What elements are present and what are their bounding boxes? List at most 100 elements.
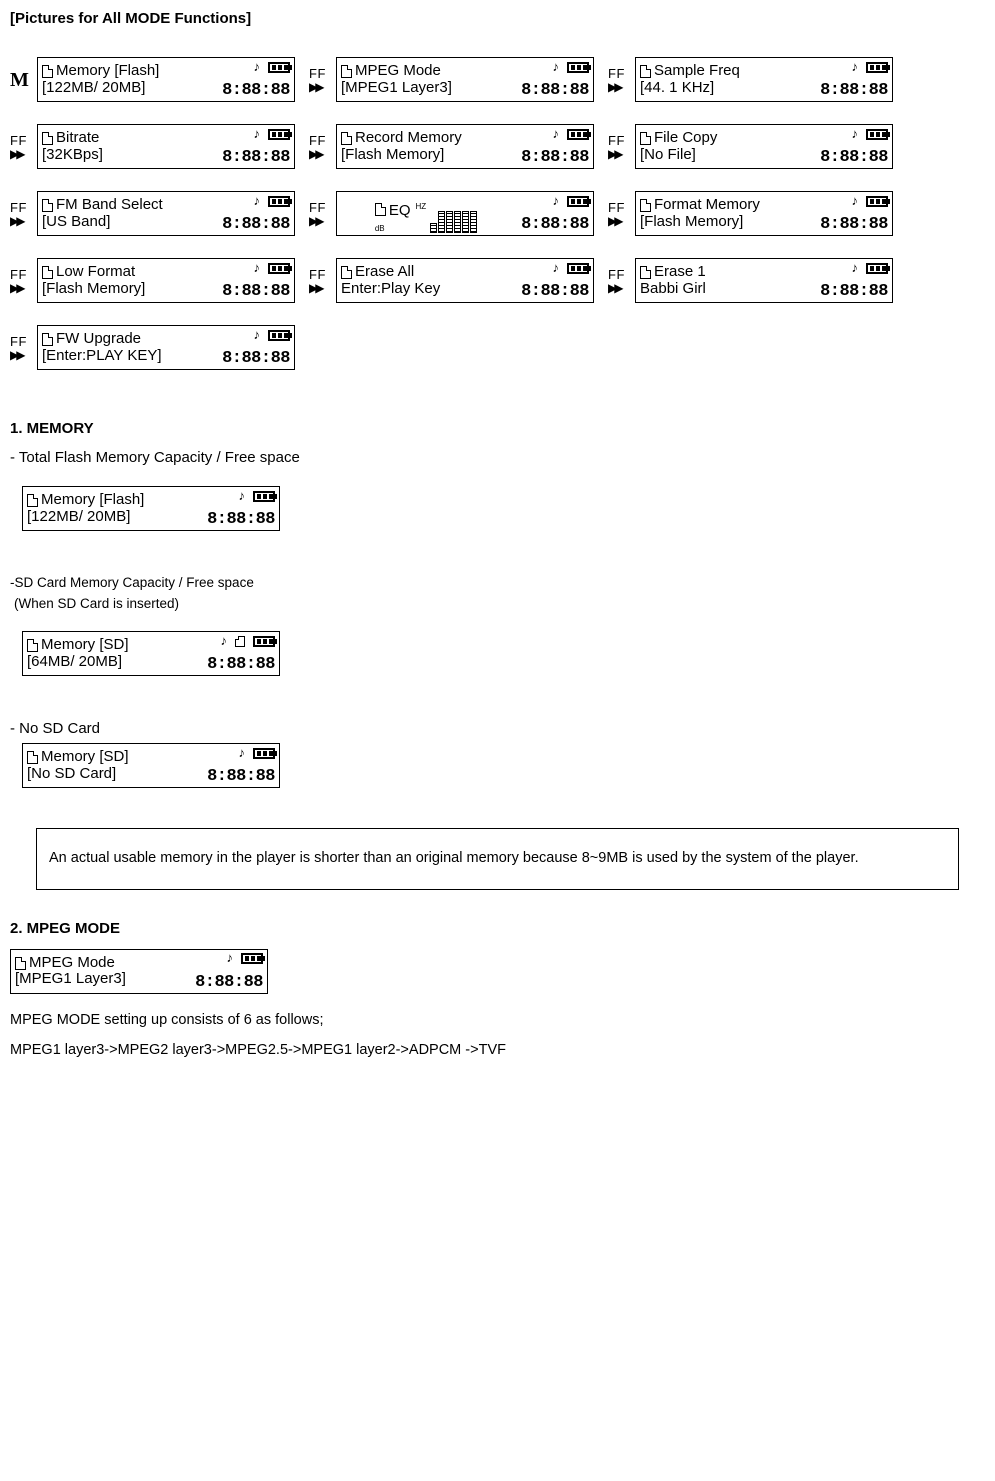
doc-icon <box>640 199 651 212</box>
music-note-icon: ♪ <box>852 194 859 207</box>
lcd-line1: Memory [SD] <box>41 749 129 766</box>
music-note-icon: ♪ <box>553 60 560 73</box>
doc-icon <box>341 65 352 78</box>
mode-cell: FF ▶▶ EQHZ dB ♪ 8:88:88 <box>309 191 594 236</box>
lcd-memory-flash: Memory [Flash] [122MB/ 20MB] ♪ 8:88:88 <box>22 486 280 531</box>
ff-label: FF <box>608 201 625 214</box>
lcd-line1: Record Memory <box>355 130 462 147</box>
doc-icon <box>640 266 651 279</box>
lcd-screen: MPEG Mode [MPEG1 Layer3] ♪ 8:88:88 <box>336 57 594 102</box>
music-note-icon: ♪ <box>852 261 859 274</box>
battery-icon <box>241 953 263 964</box>
battery-icon <box>268 263 290 274</box>
ff-arrows-icon: ▶▶ <box>309 282 321 294</box>
sd-card-icon <box>235 636 245 647</box>
music-note-icon: ♪ <box>239 489 246 502</box>
page-title: [Pictures for All MODE Functions] <box>10 10 985 27</box>
battery-icon <box>866 129 888 140</box>
battery-icon <box>268 62 290 73</box>
lcd-line1: Erase All <box>355 264 414 281</box>
battery-icon <box>268 196 290 207</box>
ff-arrows-icon: ▶▶ <box>10 148 22 160</box>
lcd-screen: Low Format [Flash Memory] ♪ 8:88:88 <box>37 258 295 303</box>
mode-cell: M Memory [Flash] [122MB/ 20MB] ♪ 8:88:88 <box>10 57 295 102</box>
lcd-line2: [Flash Memory] <box>341 147 511 164</box>
lcd-screen: FW Upgrade [Enter:PLAY KEY] ♪ 8:88:88 <box>37 325 295 370</box>
lcd-line1: EQ <box>389 203 411 220</box>
battery-icon <box>866 196 888 207</box>
mode-cell: FF ▶▶ Format Memory [Flash Memory] ♪ 8:8… <box>608 191 893 236</box>
mode-cell: FF ▶▶ Low Format [Flash Memory] ♪ 8:88:8… <box>10 258 295 303</box>
prefix: FF ▶▶ <box>10 134 34 160</box>
lcd-line2: [32KBps] <box>42 147 212 164</box>
mode-screens-grid: M Memory [Flash] [122MB/ 20MB] ♪ 8:88:88… <box>10 57 985 370</box>
battery-icon <box>567 62 589 73</box>
lcd-line2: Enter:Play Key <box>341 281 511 298</box>
time-digits: 8:88:88 <box>207 656 275 673</box>
time-digits: 8:88:88 <box>521 283 589 300</box>
mode-cell: FF ▶▶ Bitrate [32KBps] ♪ 8:88:88 <box>10 124 295 169</box>
doc-icon <box>341 132 352 145</box>
time-digits: 8:88:88 <box>222 82 290 99</box>
lcd-line2: [Flash Memory] <box>640 214 810 231</box>
lcd-line1: Memory [SD] <box>41 637 129 654</box>
lcd-line2: [MPEG1 Layer3] <box>15 971 185 988</box>
ff-arrows-icon: ▶▶ <box>309 81 321 93</box>
section-2-heading: 2. MPEG MODE <box>10 920 985 937</box>
music-note-icon: ♪ <box>852 127 859 140</box>
prefix: FF ▶▶ <box>608 268 632 294</box>
ff-arrows-icon: ▶▶ <box>309 215 321 227</box>
doc-icon <box>42 65 53 78</box>
time-digits: 8:88:88 <box>222 216 290 233</box>
ff-label: FF <box>608 134 625 147</box>
mode-cell: FF ▶▶ MPEG Mode [MPEG1 Layer3] ♪ 8:88:88 <box>309 57 594 102</box>
ff-arrows-icon: ▶▶ <box>10 282 22 294</box>
lcd-screen-eq: EQHZ dB ♪ 8:88:88 <box>336 191 594 236</box>
mode-cell: FF ▶▶ Erase All Enter:Play Key ♪ 8:88:88 <box>309 258 594 303</box>
mode-cell: FF ▶▶ Erase 1 Babbi Girl ♪ 8:88:88 <box>608 258 893 303</box>
lcd-line1: MPEG Mode <box>355 63 441 80</box>
doc-icon <box>27 639 38 652</box>
time-digits: 8:88:88 <box>521 216 589 233</box>
music-note-icon: ♪ <box>254 127 261 140</box>
lcd-line1: Memory [Flash] <box>41 492 144 509</box>
doc-icon <box>341 266 352 279</box>
lcd-line2: [US Band] <box>42 214 212 231</box>
doc-icon <box>42 199 53 212</box>
mode-letter: M <box>10 70 29 90</box>
time-digits: 8:88:88 <box>222 283 290 300</box>
doc-icon <box>42 333 53 346</box>
ff-label: FF <box>10 335 27 348</box>
ff-label: FF <box>309 134 326 147</box>
battery-icon <box>253 748 275 759</box>
battery-icon <box>253 491 275 502</box>
mpeg-text-2: MPEG1 layer3->MPEG2 layer3->MPEG2.5->MPE… <box>10 1042 985 1058</box>
mode-cell: FF ▶▶ FM Band Select [US Band] ♪ 8:88:88 <box>10 191 295 236</box>
time-digits: 8:88:88 <box>820 82 888 99</box>
battery-icon <box>253 636 275 647</box>
ff-label: FF <box>309 268 326 281</box>
lcd-screen: Erase All Enter:Play Key ♪ 8:88:88 <box>336 258 594 303</box>
lcd-line1: FW Upgrade <box>56 331 141 348</box>
mode-cell: FF ▶▶ File Copy [No File] ♪ 8:88:88 <box>608 124 893 169</box>
time-digits: 8:88:88 <box>820 149 888 166</box>
ff-label: FF <box>608 67 625 80</box>
eq-bars <box>430 211 477 233</box>
ff-arrows-icon: ▶▶ <box>608 81 620 93</box>
time-digits: 8:88:88 <box>521 82 589 99</box>
prefix: FF ▶▶ <box>608 134 632 160</box>
prefix: M <box>10 70 34 90</box>
battery-icon <box>567 129 589 140</box>
lcd-no-sd: Memory [SD] [No SD Card] ♪ 8:88:88 <box>22 743 280 788</box>
lcd-screen: Sample Freq [44. 1 KHz] ♪ 8:88:88 <box>635 57 893 102</box>
mode-cell: FF ▶▶ Record Memory [Flash Memory] ♪ 8:8… <box>309 124 594 169</box>
lcd-memory-sd: Memory [SD] [64MB/ 20MB] ♪ 8:88:88 <box>22 631 280 676</box>
doc-icon <box>15 957 26 970</box>
lcd-line1: FM Band Select <box>56 197 163 214</box>
eq-hz-label: HZ <box>416 203 427 211</box>
time-digits: 8:88:88 <box>222 350 290 367</box>
ff-label: FF <box>10 134 27 147</box>
lcd-line2: [Enter:PLAY KEY] <box>42 348 212 365</box>
lcd-line1: Format Memory <box>654 197 760 214</box>
prefix: FF ▶▶ <box>608 67 632 93</box>
